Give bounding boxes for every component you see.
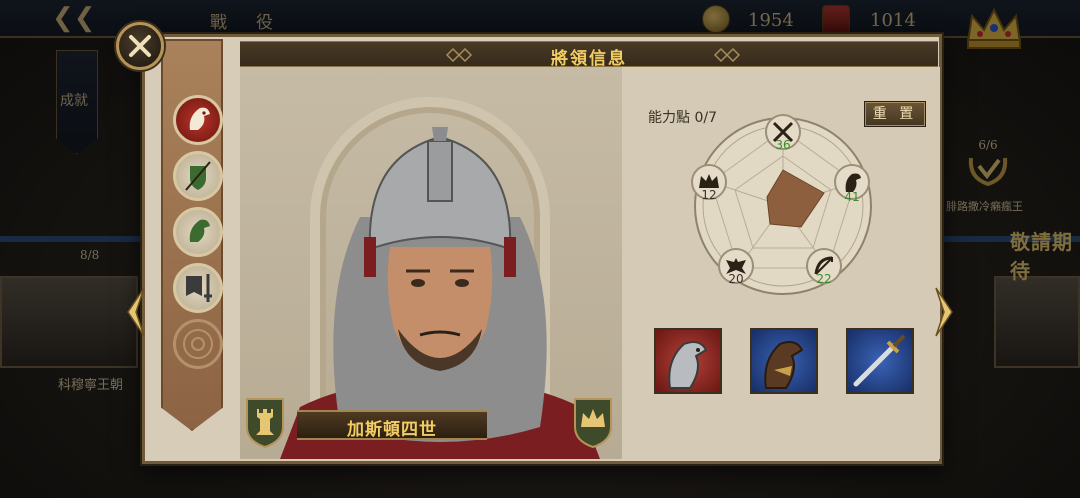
sidebar-item-defense[interactable] — [173, 151, 223, 201]
knight-helmet-icon — [189, 219, 210, 242]
crown-icon — [574, 398, 612, 449]
horse-head-emblem-icon — [189, 107, 210, 130]
panel-header: 將領信息 — [240, 41, 938, 69]
stat-archery-value: 22 — [816, 272, 832, 286]
sidebar-item-heraldry[interactable] — [173, 95, 223, 145]
equipment-slot-weapon[interactable] — [846, 328, 914, 394]
armored-horse-icon — [668, 341, 708, 389]
sidebar-item-cavalry[interactable] — [173, 207, 223, 257]
rook-tower-icon — [246, 398, 284, 449]
stat-infantry-value: 36 — [775, 138, 791, 152]
stat-cavalry-value: 41 — [844, 190, 860, 204]
chevron-right-icon[interactable] — [928, 284, 958, 340]
sword-banner-icon — [186, 274, 212, 302]
ornament-icon — [714, 48, 740, 62]
panel-title: 將領信息 — [551, 49, 627, 69]
sidebar-item-weapons[interactable] — [173, 263, 223, 313]
equipment-slot-mount[interactable] — [750, 328, 818, 394]
war-horse-icon — [764, 341, 804, 389]
general-portrait-image — [280, 127, 600, 459]
shield-spear-icon — [185, 161, 211, 191]
general-name-plate: 加斯頓四世 — [297, 407, 487, 443]
equipment-slot-armor[interactable] — [654, 328, 722, 394]
general-portrait — [240, 67, 622, 459]
close-icon — [129, 35, 151, 57]
sidebar-item-locked — [173, 319, 223, 369]
locked-slot-icon — [183, 329, 213, 359]
stat-politics-value: 12 — [701, 188, 717, 202]
close-button[interactable] — [116, 22, 164, 70]
general-name: 加斯頓四世 — [347, 420, 437, 440]
stat-navy-value: 20 — [728, 272, 744, 286]
sword-icon — [853, 334, 906, 387]
chevron-left-icon[interactable] — [122, 284, 152, 340]
